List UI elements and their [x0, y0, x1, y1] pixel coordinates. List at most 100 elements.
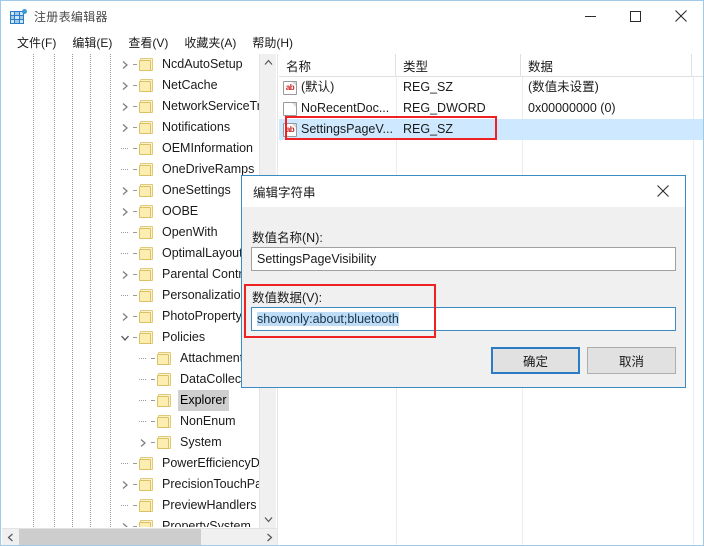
value-name-cell: ab (默认) — [279, 77, 396, 98]
registry-tree-pane: NcdAutoSetupNetCacheNetworkServiceTrNoti… — [2, 54, 278, 545]
chevron-right-icon[interactable] — [117, 117, 133, 138]
tree-item-label: OpenWith — [160, 222, 220, 243]
tree-leaf-spacer — [135, 369, 151, 390]
tree-item-label: DataCollec — [178, 369, 243, 390]
folder-icon — [139, 79, 155, 93]
menu-view[interactable]: 查看(V) — [120, 32, 176, 54]
registry-editor-window: 注册表编辑器 文件(F) 编辑(E) 查看(V) 收藏夹(A) 帮助(H) — [0, 0, 704, 546]
string-value-icon: ab — [283, 81, 297, 95]
chevron-right-icon[interactable] — [117, 306, 133, 327]
folder-icon — [139, 520, 155, 528]
tree-item-label: OOBE — [160, 201, 200, 222]
folder-icon — [157, 373, 173, 387]
tree-item[interactable]: DataCollec — [2, 369, 260, 390]
tree-hscroll-track[interactable] — [19, 529, 261, 546]
folder-icon — [139, 163, 155, 177]
chevron-right-icon[interactable] — [117, 54, 133, 75]
tree-item[interactable]: OOBE — [2, 201, 260, 222]
tree-item[interactable]: OneSettings — [2, 180, 260, 201]
chevron-left-icon[interactable] — [2, 529, 19, 546]
tree-item[interactable]: NonEnum — [2, 411, 260, 432]
tree-item-label: Notifications — [160, 117, 232, 138]
value-name-text: (默认) — [301, 77, 334, 98]
chevron-right-icon[interactable] — [261, 529, 278, 546]
chevron-right-icon[interactable] — [117, 264, 133, 285]
maximize-button[interactable] — [613, 1, 658, 31]
folder-icon — [139, 142, 155, 156]
tree-item[interactable]: PreviewHandlers — [2, 495, 260, 516]
tree-item[interactable]: NetCache — [2, 75, 260, 96]
chevron-up-icon[interactable] — [260, 54, 277, 71]
chevron-right-icon[interactable] — [135, 432, 151, 453]
listview-row[interactable]: ab(默认)REG_SZ(数值未设置) — [279, 77, 703, 98]
tree-item[interactable]: PrecisionTouchPa — [2, 474, 260, 495]
chevron-right-icon[interactable] — [117, 516, 133, 527]
tree-horizontal-scrollbar[interactable] — [2, 528, 278, 545]
folder-icon — [139, 205, 155, 219]
tree-leaf-spacer — [117, 159, 133, 180]
menu-file[interactable]: 文件(F) — [9, 32, 64, 54]
registry-tree: NcdAutoSetupNetCacheNetworkServiceTrNoti… — [2, 54, 260, 527]
tree-scroll-area: NcdAutoSetupNetCacheNetworkServiceTrNoti… — [2, 54, 260, 527]
minimize-button[interactable] — [568, 1, 613, 31]
value-data-input[interactable]: showonly:about;bluetooth — [251, 307, 676, 331]
tree-item-label: PrecisionTouchPa — [160, 474, 260, 495]
tree-item-label: NonEnum — [178, 411, 238, 432]
tree-item-label: NetworkServiceTr — [160, 96, 260, 117]
chevron-down-icon[interactable] — [117, 327, 133, 348]
tree-item[interactable]: Personalization — [2, 285, 260, 306]
menu-edit[interactable]: 编辑(E) — [64, 32, 120, 54]
tree-item[interactable]: Notifications — [2, 117, 260, 138]
column-header-filler — [692, 54, 703, 77]
title-bar: 注册表编辑器 — [1, 1, 703, 32]
tree-item[interactable]: PhotoPropertyH — [2, 306, 260, 327]
tree-item-label: Parental Contr — [160, 264, 245, 285]
folder-icon — [157, 352, 173, 366]
column-header-type[interactable]: 类型 — [396, 54, 521, 77]
column-header-name[interactable]: 名称 — [279, 54, 396, 77]
tree-item[interactable]: NetworkServiceTr — [2, 96, 260, 117]
menu-favorites[interactable]: 收藏夹(A) — [176, 32, 244, 54]
tree-item[interactable]: Attachments — [2, 348, 260, 369]
chevron-right-icon[interactable] — [117, 75, 133, 96]
chevron-right-icon[interactable] — [117, 201, 133, 222]
tree-item[interactable]: OpenWith — [2, 222, 260, 243]
string-value-icon: ab — [283, 123, 297, 137]
chevron-right-icon[interactable] — [117, 474, 133, 495]
tree-item[interactable]: OptimalLayout — [2, 243, 260, 264]
close-button[interactable] — [658, 1, 703, 31]
tree-item[interactable]: OneDriveRamps — [2, 159, 260, 180]
value-name-input[interactable]: SettingsPageVisibility — [251, 247, 676, 271]
column-header-data[interactable]: 数据 — [521, 54, 692, 77]
tree-item-label: PropertySystem — [160, 516, 253, 527]
chevron-down-icon[interactable] — [260, 511, 277, 528]
menu-help[interactable]: 帮助(H) — [244, 32, 301, 54]
tree-hscroll-thumb[interactable] — [19, 529, 201, 546]
value-name-label: 数值名称(N): — [252, 227, 323, 246]
folder-icon — [139, 478, 155, 492]
tree-item[interactable]: Policies — [2, 327, 260, 348]
listview-row[interactable]: ab SettingsPageV...REG_SZ — [279, 119, 703, 140]
tree-item-label: OneSettings — [160, 180, 233, 201]
folder-icon — [157, 436, 173, 450]
value-name-text: SettingsPageV... — [301, 119, 393, 140]
close-icon[interactable] — [640, 176, 685, 206]
tree-item[interactable]: Explorer — [2, 390, 260, 411]
value-name-cell: 011110NoRecentDoc... — [279, 98, 396, 119]
chevron-right-icon[interactable] — [117, 96, 133, 117]
tree-item-label: NcdAutoSetup — [160, 54, 245, 75]
chevron-right-icon[interactable] — [117, 180, 133, 201]
ok-button[interactable]: 确定 — [491, 347, 580, 374]
tree-item[interactable]: Parental Contr — [2, 264, 260, 285]
value-data-label: 数值数据(V): — [252, 287, 322, 306]
tree-item[interactable]: NcdAutoSetup — [2, 54, 260, 75]
tree-item[interactable]: System — [2, 432, 260, 453]
tree-item[interactable]: PowerEfficiencyDi — [2, 453, 260, 474]
folder-icon — [139, 289, 155, 303]
cancel-button[interactable]: 取消 — [587, 347, 676, 374]
tree-item[interactable]: PropertySystem — [2, 516, 260, 527]
value-type-cell: REG_SZ — [396, 119, 521, 140]
listview-row[interactable]: 011110NoRecentDoc...REG_DWORD0x00000000 … — [279, 98, 703, 119]
tree-item[interactable]: OEMInformation — [2, 138, 260, 159]
tree-leaf-spacer — [117, 495, 133, 516]
